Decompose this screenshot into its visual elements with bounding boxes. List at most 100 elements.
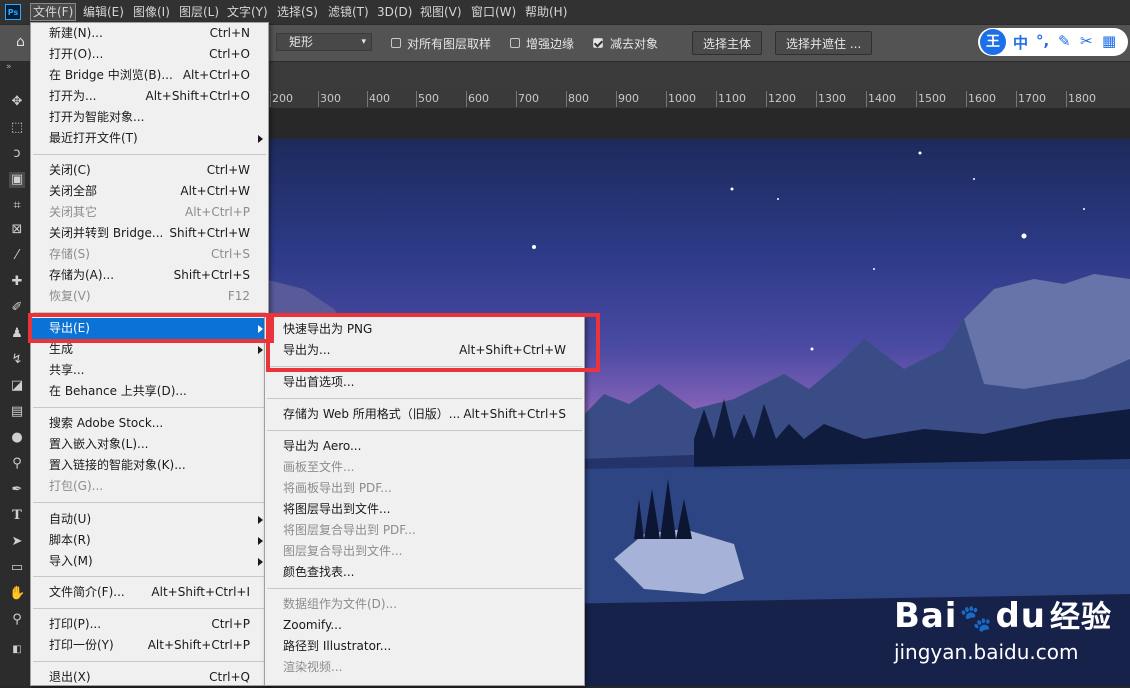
menu-image[interactable]: 图像(I) bbox=[130, 3, 173, 21]
menu-item-label: 画板至文件... bbox=[283, 460, 355, 474]
menu-item-file-info[interactable]: 文件简介(F)... Alt+Shift+Ctrl+I bbox=[31, 582, 268, 603]
blur-tool-icon[interactable]: ● bbox=[9, 430, 25, 446]
ime-logo[interactable]: 王 bbox=[980, 29, 1006, 55]
menu-item-shortcut: F12 bbox=[227, 289, 250, 303]
menu-item-search-adobe-stock[interactable]: 搜索 Adobe Stock... bbox=[31, 413, 268, 434]
eraser-tool-icon[interactable]: ◪ bbox=[9, 378, 25, 394]
menu-file[interactable]: 文件(F) bbox=[30, 3, 77, 21]
history-brush-tool-icon[interactable]: ↯ bbox=[9, 352, 25, 368]
menu-item-save-as[interactable]: 存储为(A)... Shift+Ctrl+S bbox=[31, 265, 268, 286]
menu-item-shortcut: Alt+Shift+Ctrl+W bbox=[459, 343, 566, 357]
menu-item-color-lookup-tables[interactable]: 颜色查找表... bbox=[265, 562, 584, 583]
menu-item-layer-comps-to-pdf: 将图层复合导出到 PDF... bbox=[265, 520, 584, 541]
menu-item-print[interactable]: 打印(P)... Ctrl+P bbox=[31, 614, 268, 635]
menu-item-open-as[interactable]: 打开为... Alt+Shift+Ctrl+O bbox=[31, 86, 268, 107]
menu-item-package: 打包(G)... bbox=[31, 476, 268, 497]
ruler-label: 1800 bbox=[1068, 92, 1096, 105]
object-selection-tool-icon[interactable]: ▣ bbox=[9, 172, 25, 188]
punctuation-icon[interactable]: °, bbox=[1036, 32, 1049, 50]
menu-item-zoomify[interactable]: Zoomify... bbox=[265, 615, 584, 636]
scissors-icon[interactable]: ✂ bbox=[1080, 32, 1093, 50]
ime-chinese-mode[interactable]: 中 bbox=[1013, 32, 1028, 53]
pen-icon[interactable]: ✎ bbox=[1058, 32, 1071, 50]
menu-filter[interactable]: 滤镜(T) bbox=[325, 3, 372, 21]
menu-item-label: 置入链接的智能对象(K)... bbox=[49, 458, 186, 472]
menu-3d[interactable]: 3D(D) bbox=[374, 3, 415, 21]
menu-item-label: 自动(U) bbox=[49, 512, 92, 526]
menu-view[interactable]: 视图(V) bbox=[417, 3, 465, 21]
pen-tool-icon[interactable]: ✒ bbox=[9, 482, 25, 498]
clone-stamp-tool-icon[interactable]: ♟ bbox=[9, 326, 25, 342]
menu-item-scripts[interactable]: 脚本(R) bbox=[31, 530, 268, 551]
type-tool-icon[interactable]: T bbox=[9, 508, 25, 524]
lasso-tool-icon[interactable]: ↄ bbox=[9, 146, 25, 162]
menu-item-label: 存储为(A)... bbox=[49, 268, 115, 282]
menu-item-browse-in-bridge[interactable]: 在 Bridge 中浏览(B)... Alt+Ctrl+O bbox=[31, 65, 268, 86]
hand-tool-icon[interactable]: ✋ bbox=[9, 586, 25, 602]
menu-item-export-to-aero[interactable]: 导出为 Aero... bbox=[265, 436, 584, 457]
home-icon[interactable]: ⌂ bbox=[16, 35, 30, 49]
menu-item-new[interactable]: 新建(N)... Ctrl+N bbox=[31, 23, 268, 44]
menu-select[interactable]: 选择(S) bbox=[274, 3, 321, 21]
menu-item-label: 图层复合导出到文件... bbox=[283, 544, 403, 558]
menu-item-shortcut: Alt+Ctrl+W bbox=[180, 184, 250, 198]
menu-edit[interactable]: 编辑(E) bbox=[80, 3, 127, 21]
color-swatches-icon[interactable]: ◧ bbox=[9, 642, 25, 658]
menu-item-label: 关闭全部 bbox=[49, 184, 98, 198]
submenu-arrow-icon bbox=[258, 558, 263, 566]
menu-type[interactable]: 文字(Y) bbox=[224, 3, 271, 21]
grid-icon[interactable]: ▦ bbox=[1102, 32, 1116, 50]
menu-window[interactable]: 窗口(W) bbox=[468, 3, 519, 21]
menu-item-quick-export-png[interactable]: 快速导出为 PNG bbox=[265, 319, 584, 340]
frame-tool-icon[interactable]: ⊠ bbox=[9, 222, 25, 238]
menu-item-generate[interactable]: 生成 bbox=[31, 339, 268, 360]
dodge-tool-icon[interactable]: ⚲ bbox=[9, 456, 25, 472]
move-tool-icon[interactable]: ✥ bbox=[9, 94, 25, 110]
file-menu: 新建(N)... Ctrl+N 打开(O)... Ctrl+O 在 Bridge 中… bbox=[30, 22, 269, 686]
menu-item-import[interactable]: 导入(M) bbox=[31, 551, 268, 572]
menu-item-close[interactable]: 关闭(C) Ctrl+W bbox=[31, 160, 268, 181]
rectangle-tool-icon[interactable]: ▭ bbox=[9, 560, 25, 576]
menu-item-print-one-copy[interactable]: 打印一份(Y) Alt+Shift+Ctrl+P bbox=[31, 635, 268, 656]
path-selection-tool-icon[interactable]: ➤ bbox=[9, 534, 25, 550]
menu-help[interactable]: 帮助(H) bbox=[522, 3, 570, 21]
menu-item-close-all[interactable]: 关闭全部 Alt+Ctrl+W bbox=[31, 181, 268, 202]
zoom-tool-icon[interactable]: ⚲ bbox=[9, 612, 25, 628]
menu-item-export-preferences[interactable]: 导出首选项... bbox=[265, 372, 584, 393]
eyedropper-tool-icon[interactable]: ⁄ bbox=[9, 248, 25, 264]
harden-edges-checkbox[interactable] bbox=[510, 38, 520, 48]
menu-item-exit[interactable]: 退出(X) Ctrl+Q bbox=[31, 667, 268, 688]
healing-brush-tool-icon[interactable]: ✚ bbox=[9, 274, 25, 290]
menu-item-open-as-smart-object[interactable]: 打开为智能对象... bbox=[31, 107, 268, 128]
collapse-icon[interactable]: » bbox=[6, 62, 12, 72]
mode-select[interactable]: 矩形 ▾ bbox=[276, 33, 372, 51]
menu-item-label: 路径到 Illustrator... bbox=[283, 639, 392, 653]
menu-item-open[interactable]: 打开(O)... Ctrl+O bbox=[31, 44, 268, 65]
menu-item-label: 打开为智能对象... bbox=[49, 110, 145, 124]
menu-item-close-and-go-to-bridge[interactable]: 关闭并转到 Bridge... Shift+Ctrl+W bbox=[31, 223, 268, 244]
brush-tool-icon[interactable]: ✐ bbox=[9, 300, 25, 316]
menu-item-share-on-behance[interactable]: 在 Behance 上共享(D)... bbox=[31, 381, 268, 402]
menu-item-shortcut: Alt+Shift+Ctrl+P bbox=[147, 638, 250, 652]
menu-item-label: 数据组作为文件(D)... bbox=[283, 597, 398, 611]
menu-item-place-embedded[interactable]: 置入嵌入对象(L)... bbox=[31, 434, 268, 455]
select-subject-button[interactable]: 选择主体 bbox=[692, 31, 763, 55]
marquee-tool-icon[interactable]: ⬚ bbox=[9, 120, 25, 136]
menu-bar: Ps 文件(F) 编辑(E) 图像(I) 图层(L) 文字(Y) 选择(S) 滤… bbox=[0, 0, 1130, 24]
menu-item-share[interactable]: 共享... bbox=[31, 360, 268, 381]
menu-item-automate[interactable]: 自动(U) bbox=[31, 509, 268, 530]
menu-item-layers-to-files[interactable]: 将图层导出到文件... bbox=[265, 499, 584, 520]
menu-layer[interactable]: 图层(L) bbox=[176, 3, 222, 21]
menu-item-paths-to-illustrator[interactable]: 路径到 Illustrator... bbox=[265, 636, 584, 657]
menu-item-save-for-web[interactable]: 存储为 Web 所用格式（旧版）... Alt+Shift+Ctrl+S bbox=[265, 404, 584, 425]
menu-item-recent-files[interactable]: 最近打开文件(T) bbox=[31, 128, 268, 149]
menu-item-export-as[interactable]: 导出为... Alt+Shift+Ctrl+W bbox=[265, 340, 584, 361]
select-and-mask-button[interactable]: 选择并遮住 ... bbox=[775, 31, 873, 55]
menu-item-export[interactable]: 导出(E) bbox=[31, 318, 268, 339]
gradient-tool-icon[interactable]: ▤ bbox=[9, 404, 25, 420]
submenu-arrow-icon bbox=[258, 537, 263, 545]
sample-all-layers-checkbox[interactable] bbox=[391, 38, 401, 48]
menu-item-place-linked[interactable]: 置入链接的智能对象(K)... bbox=[31, 455, 268, 476]
subtract-object-checkbox[interactable] bbox=[593, 38, 603, 48]
crop-tool-icon[interactable]: ⌗ bbox=[9, 198, 25, 214]
